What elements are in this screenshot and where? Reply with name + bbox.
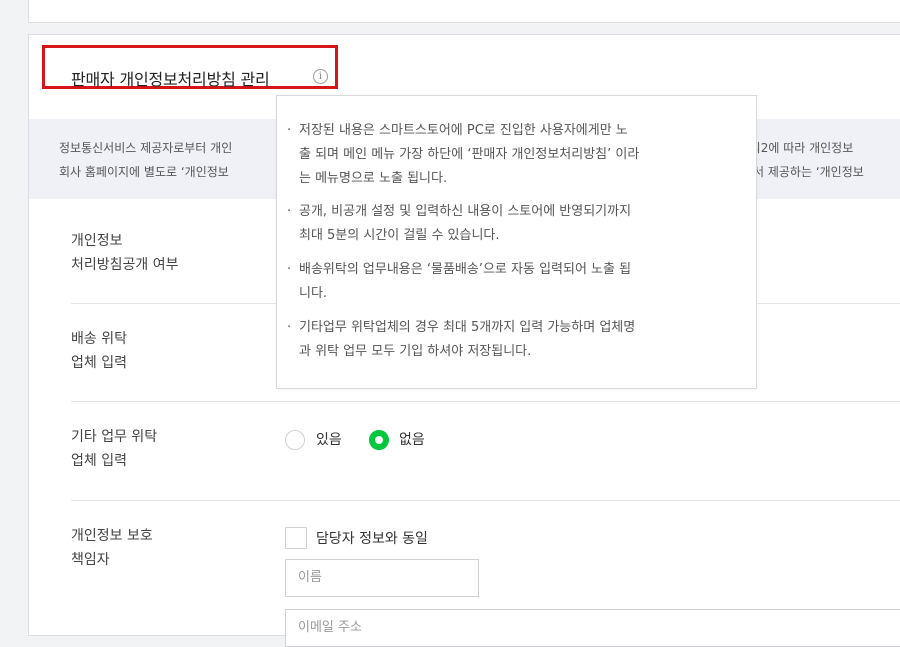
radio-yes[interactable] [285, 430, 305, 450]
same-as-manager-label[interactable]: 담당자 정보와 동일 [316, 528, 428, 548]
info-tooltip: · 저장된 내용은 스마트스토어에 PC로 진입한 사용자에게만 노 출 되며 … [276, 95, 757, 389]
bullet: · [287, 262, 292, 277]
delivery-consignment-label: 배송 위탁 업체 입력 [71, 331, 127, 371]
privacy-officer-label: 개인정보 보호 책임자 [71, 528, 153, 568]
previous-section-card [28, 0, 900, 23]
privacy-policy-public-label: 개인정보 처리방침공개 여부 [71, 233, 179, 273]
notice-text-line: 정보통신서비스 제공자로부터 개인 [59, 141, 233, 155]
tooltip-item: · 저장된 내용은 스마트스토어에 PC로 진입한 사용자에게만 노 출 되며 … [287, 119, 739, 191]
tooltip-item: · 기타업무 위탁업체의 경우 최대 5개까지 입력 가능하며 업체명 과 위탁… [287, 316, 739, 364]
officer-name-input[interactable]: 이름 [285, 559, 479, 597]
tooltip-item: · 배송위탁의 업무내용은 ‘물품배송’으로 자동 입력되어 노출 됩 니다. [287, 258, 739, 306]
officer-email-input[interactable]: 이메일 주소 [285, 609, 900, 647]
row-divider [71, 401, 900, 402]
notice-text-line: 회사 홈페이지에 별도로 ‘개인정보 [59, 165, 229, 179]
radio-no-label[interactable]: 없음 [399, 429, 425, 449]
other-consignment-label: 기타 업무 위탁 업체 입력 [71, 429, 158, 469]
bullet: · [287, 204, 292, 219]
bullet: · [287, 123, 292, 138]
radio-no[interactable] [369, 430, 389, 450]
tooltip-item: · 공개, 비공개 설정 및 입력하신 내용이 스토어에 반영되기까지 최대 5… [287, 200, 739, 248]
same-as-manager-checkbox[interactable] [285, 527, 307, 549]
notice-text-line: 서 제공하는 ‘개인정보 [753, 165, 864, 179]
bullet: · [287, 320, 292, 335]
section-title: 판매자 개인정보처리방침 관리 [71, 70, 270, 89]
info-icon[interactable]: i [313, 69, 328, 84]
row-divider [71, 500, 900, 501]
radio-yes-label[interactable]: 있음 [316, 429, 342, 449]
